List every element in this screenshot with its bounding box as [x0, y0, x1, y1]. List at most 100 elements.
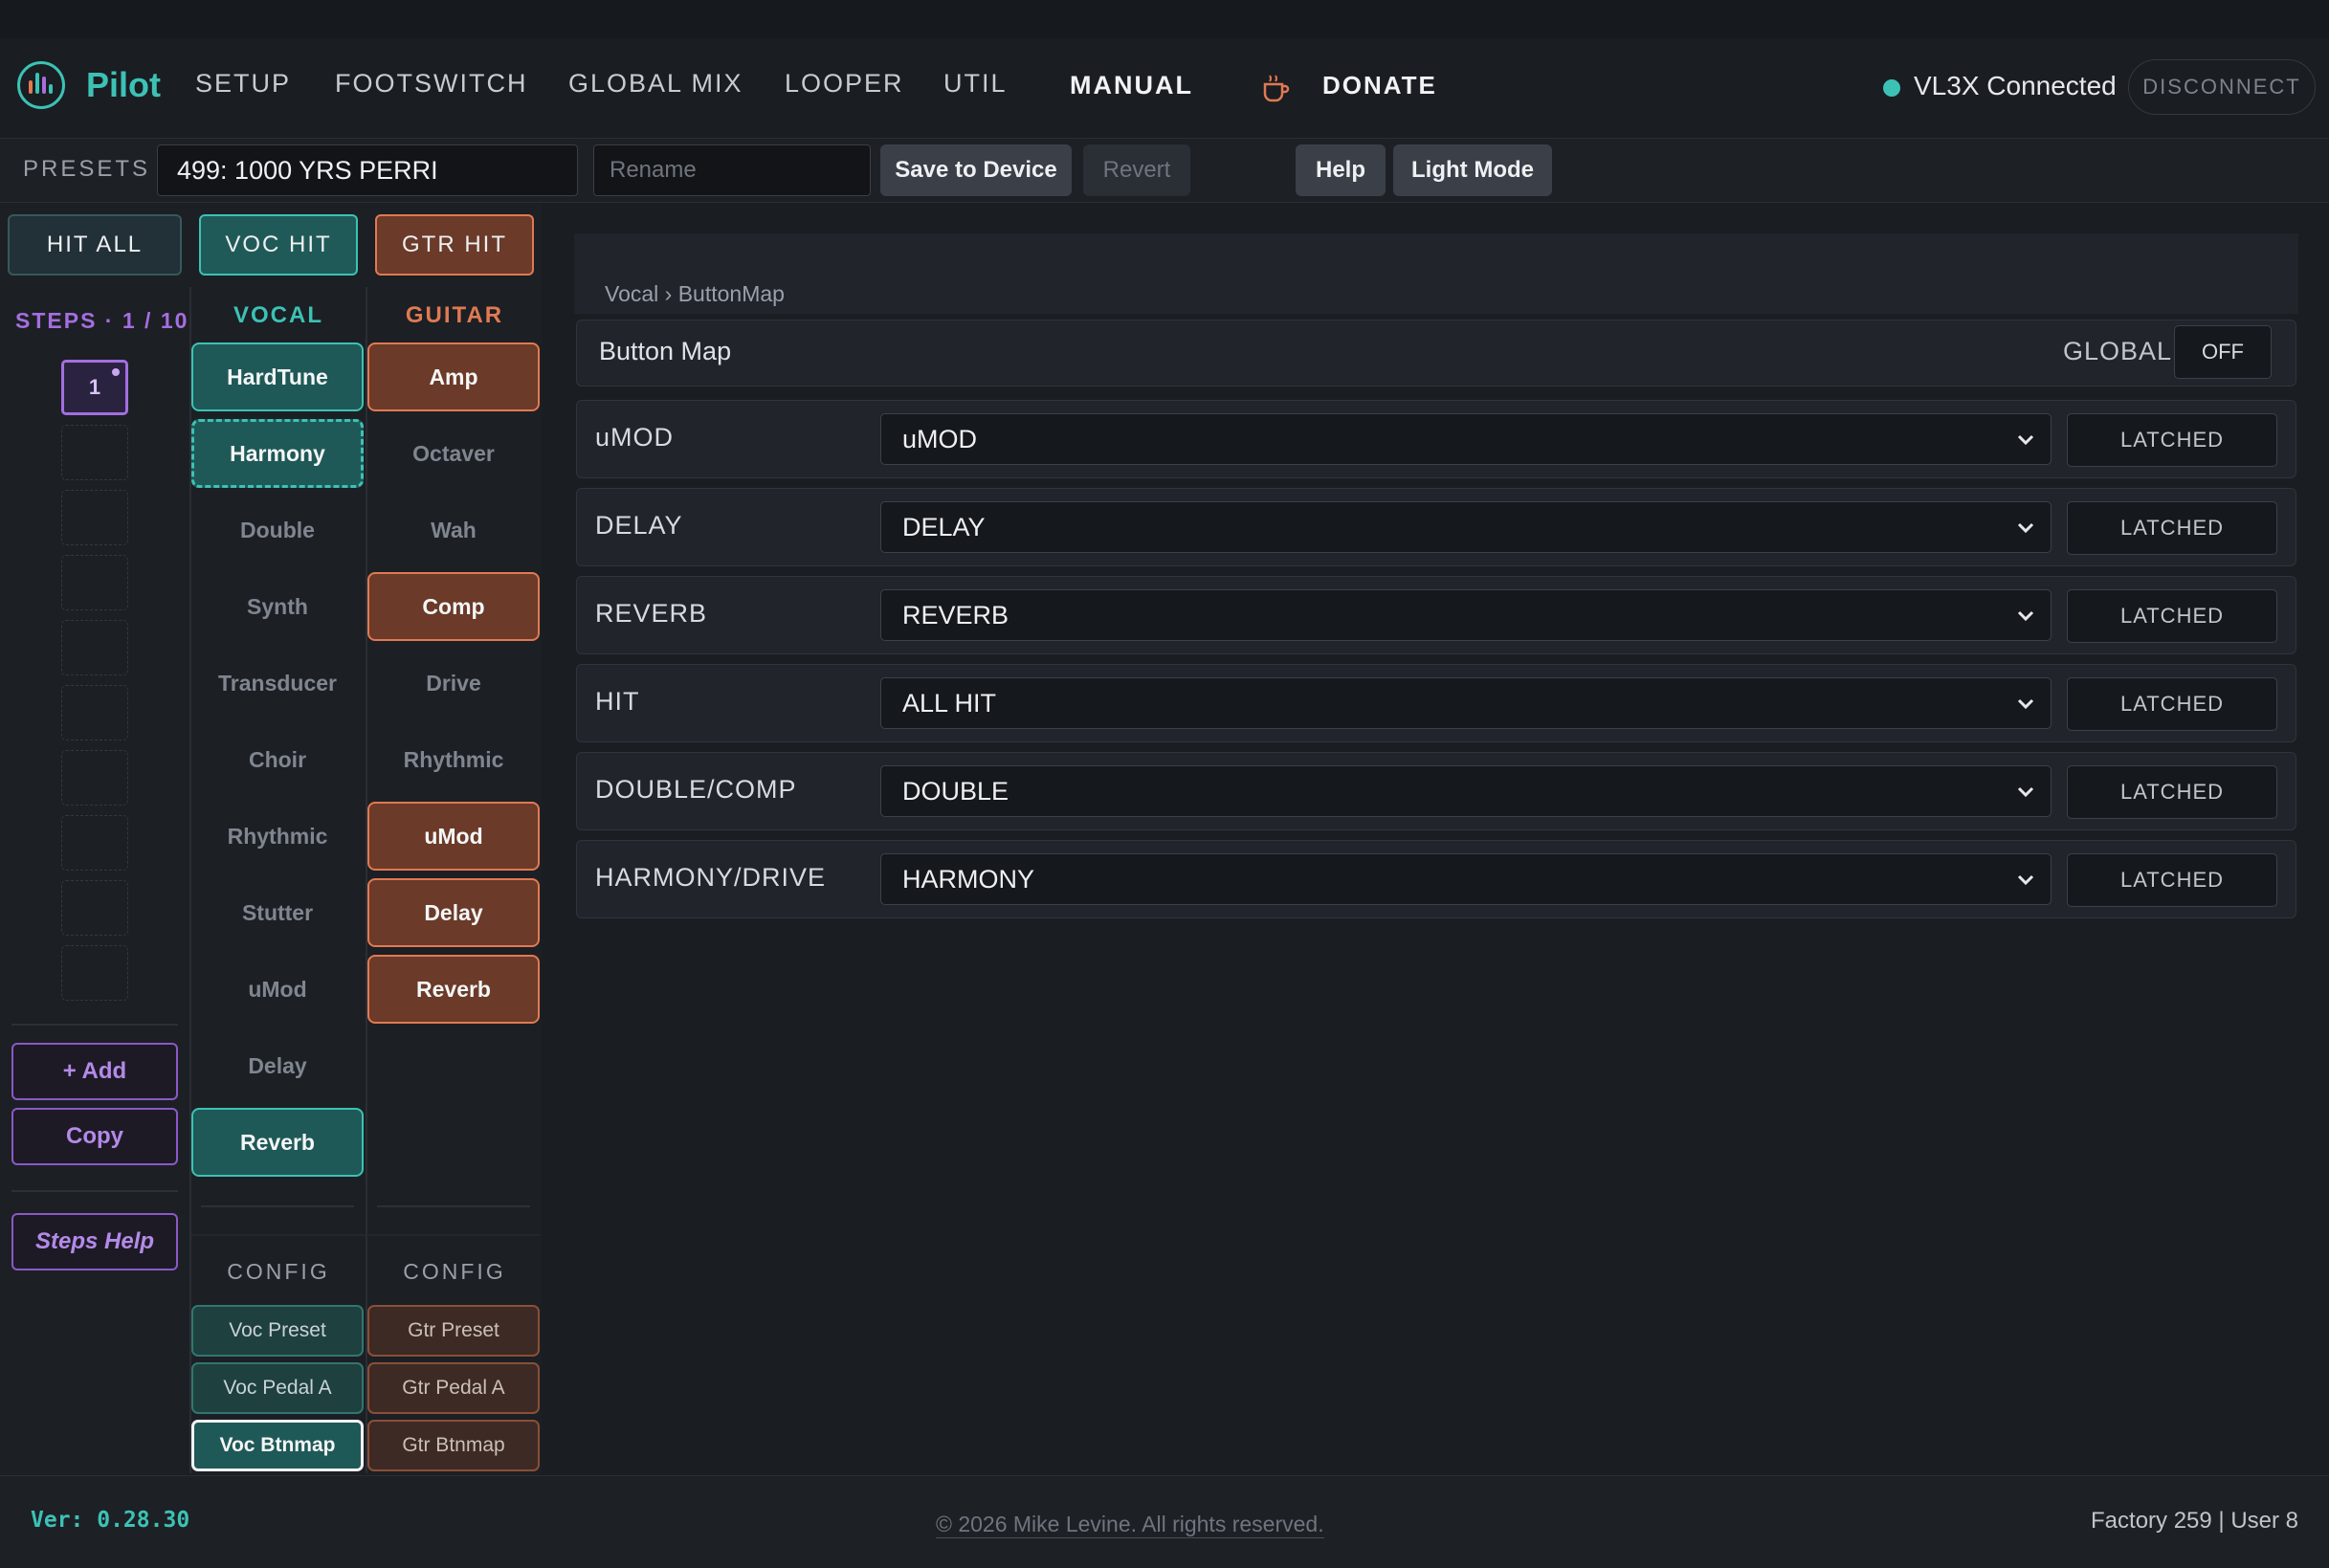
vocal-fx-stutter[interactable]: Stutter: [191, 878, 364, 947]
map-row-label: HARMONY/DRIVE: [595, 863, 827, 892]
vocal-fx-harmony[interactable]: Harmony: [191, 419, 364, 488]
map-row-select-value: ALL HIT: [902, 688, 997, 718]
preset-selector[interactable]: 499: 1000 YRS PERRI: [157, 144, 578, 196]
vocal-fx-synth[interactable]: Synth: [191, 572, 364, 641]
gtr-btnmap-button[interactable]: Gtr Btnmap: [367, 1420, 540, 1471]
map-row-mode-button[interactable]: LATCHED: [2067, 677, 2277, 731]
map-row-select[interactable]: HARMONY: [880, 853, 2052, 905]
map-row-select-value: DOUBLE: [902, 776, 1009, 806]
map-row-label: DOUBLE/COMP: [595, 775, 797, 804]
steps-label: STEPS · 1 / 10: [15, 308, 189, 333]
step-slot-active[interactable]: 1: [61, 360, 128, 415]
connection-status: VL3X Connected: [1914, 71, 2117, 100]
map-row-mode-button[interactable]: LATCHED: [2067, 501, 2277, 555]
step-slot-empty[interactable]: [61, 750, 128, 806]
guitar-fx-reverb[interactable]: Reverb: [367, 955, 540, 1024]
top-strip: [0, 0, 2329, 38]
voc-hit-button[interactable]: VOC HIT: [199, 214, 358, 276]
presets-label: PRESETS: [23, 156, 151, 182]
guitar-fx-drive[interactable]: Drive: [367, 649, 540, 718]
guitar-config-header: CONFIG: [403, 1259, 506, 1284]
step-slot-empty[interactable]: [61, 620, 128, 675]
disconnect-button[interactable]: DISCONNECT: [2128, 59, 2316, 115]
revert-button[interactable]: Revert: [1083, 144, 1190, 196]
steps-help-button[interactable]: Steps Help: [11, 1213, 178, 1270]
coffee-cup-icon[interactable]: [1261, 73, 1290, 103]
voc-pedal-a-button[interactable]: Voc Pedal A: [191, 1362, 364, 1414]
gtr-preset-button[interactable]: Gtr Preset: [367, 1305, 540, 1357]
vocal-fx-rhythmic[interactable]: Rhythmic: [191, 802, 364, 871]
map-row-select-value: DELAY: [902, 512, 986, 541]
version-label: Ver: 0.28.30: [31, 1508, 190, 1533]
connection-status-dot: [1883, 79, 1900, 97]
chevron-down-icon: [2017, 698, 2034, 710]
step-slot-empty[interactable]: [61, 945, 128, 1001]
top-nav: Pilot SETUP FOOTSWITCH GLOBAL MIX LOOPER…: [0, 38, 2329, 139]
voc-btnmap-button[interactable]: Voc Btnmap: [191, 1420, 364, 1471]
map-row-mode-button[interactable]: LATCHED: [2067, 765, 2277, 819]
nav-setup[interactable]: SETUP: [195, 69, 291, 99]
guitar-fx-wah[interactable]: Wah: [367, 496, 540, 564]
rename-input[interactable]: [593, 144, 871, 196]
global-label: GLOBAL: [2063, 337, 2173, 365]
guitar-header: GUITAR: [405, 302, 504, 328]
map-row-mode-button[interactable]: LATCHED: [2067, 589, 2277, 643]
step-slot-empty[interactable]: [61, 880, 128, 936]
nav-util[interactable]: UTIL: [943, 69, 1008, 99]
guitar-fx-umod[interactable]: uMod: [367, 802, 540, 871]
brand-name: Pilot: [86, 65, 161, 104]
guitar-fx-comp[interactable]: Comp: [367, 572, 540, 641]
map-row-select-value: REVERB: [902, 600, 1009, 629]
nav-global-mix[interactable]: GLOBAL MIX: [568, 69, 743, 99]
global-toggle-button[interactable]: OFF: [2174, 325, 2272, 379]
preset-counts: Factory 259 | User 8: [2091, 1508, 2298, 1534]
step-slot-empty[interactable]: [61, 685, 128, 740]
nav-manual[interactable]: MANUAL: [1070, 71, 1193, 100]
map-row-select-value: HARMONY: [902, 864, 1035, 894]
vocal-fx-delay[interactable]: Delay: [191, 1031, 364, 1100]
map-row-select[interactable]: DELAY: [880, 501, 2052, 553]
gtr-hit-button[interactable]: GTR HIT: [375, 214, 534, 276]
copy-step-button[interactable]: Copy: [11, 1108, 178, 1165]
map-row-mode-button[interactable]: LATCHED: [2067, 853, 2277, 907]
voc-preset-button[interactable]: Voc Preset: [191, 1305, 364, 1357]
map-row-select-value: uMOD: [902, 424, 978, 453]
vocal-fx-hardtune[interactable]: HardTune: [191, 342, 364, 411]
step-slot-empty[interactable]: [61, 425, 128, 480]
vocal-header: VOCAL: [233, 302, 323, 328]
hit-all-button[interactable]: HIT ALL: [8, 214, 182, 276]
nav-looper[interactable]: LOOPER: [785, 69, 904, 99]
help-button[interactable]: Help: [1296, 144, 1386, 196]
save-to-device-button[interactable]: Save to Device: [880, 144, 1072, 196]
light-mode-button[interactable]: Light Mode: [1393, 144, 1552, 196]
step-slot-empty[interactable]: [61, 490, 128, 545]
copyright-link[interactable]: © 2026 Mike Levine. All rights reserved.: [936, 1512, 1324, 1538]
vocal-fx-reverb[interactable]: Reverb: [191, 1108, 364, 1177]
map-row-label: uMOD: [595, 423, 675, 452]
step-slot-empty[interactable]: [61, 555, 128, 610]
nav-footswitch[interactable]: FOOTSWITCH: [335, 69, 527, 99]
donate-link[interactable]: DONATE: [1322, 71, 1437, 100]
step-slot-empty[interactable]: [61, 815, 128, 871]
config-divider: [191, 1234, 540, 1236]
guitar-fx-amp[interactable]: Amp: [367, 342, 540, 411]
guitar-fx-octaver[interactable]: Octaver: [367, 419, 540, 488]
vocal-fx-double[interactable]: Double: [191, 496, 364, 564]
vocal-divider: [201, 1205, 354, 1207]
button-map-header-row: [576, 320, 2296, 386]
pilot-logo-icon: [17, 61, 65, 109]
panel-title: Button Map: [599, 337, 732, 365]
map-row-select[interactable]: DOUBLE: [880, 765, 2052, 817]
vocal-fx-choir[interactable]: Choir: [191, 725, 364, 794]
map-row-select[interactable]: uMOD: [880, 413, 2052, 465]
map-row-select[interactable]: REVERB: [880, 589, 2052, 641]
map-row-label: HIT: [595, 687, 640, 716]
gtr-pedal-a-button[interactable]: Gtr Pedal A: [367, 1362, 540, 1414]
guitar-fx-rhythmic[interactable]: Rhythmic: [367, 725, 540, 794]
add-step-button[interactable]: + Add: [11, 1043, 178, 1100]
map-row-mode-button[interactable]: LATCHED: [2067, 413, 2277, 467]
vocal-fx-umod[interactable]: uMod: [191, 955, 364, 1024]
vocal-fx-transducer[interactable]: Transducer: [191, 649, 364, 718]
guitar-fx-delay[interactable]: Delay: [367, 878, 540, 947]
map-row-select[interactable]: ALL HIT: [880, 677, 2052, 729]
